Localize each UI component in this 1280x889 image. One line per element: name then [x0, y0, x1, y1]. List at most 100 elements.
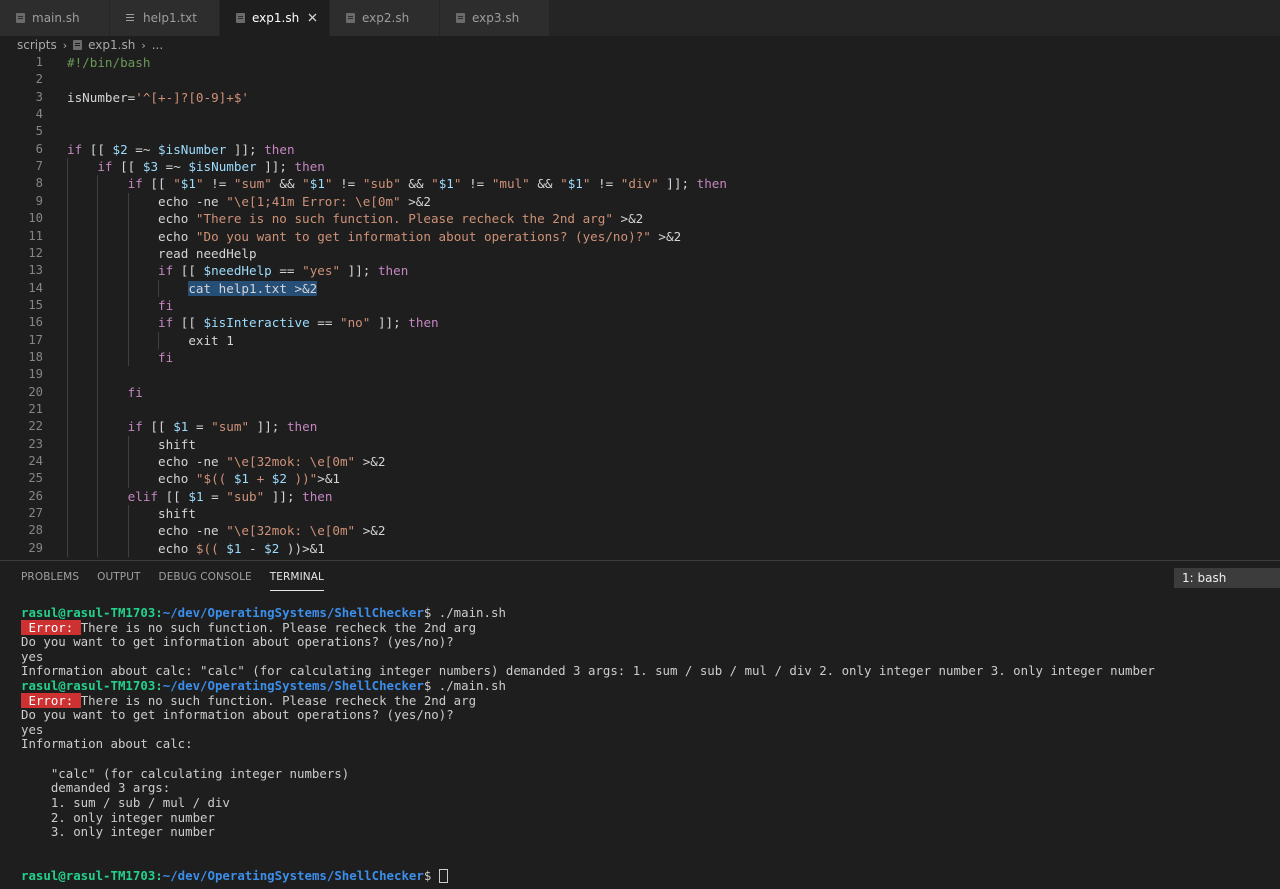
code-text: echo -ne "\e[1;41m Error: \e[0m" >&2 [67, 193, 431, 209]
breadcrumb-more[interactable]: ... [152, 38, 163, 52]
terminal-line: Error: There is no such function. Please… [21, 692, 1155, 709]
indent-guide [127, 435, 129, 488]
indent-guide [158, 331, 160, 349]
terminal-line: rasul@rasul-TM1703:~/dev/OperatingSystem… [21, 867, 1155, 884]
code-text: if [[ "$1" != "sum" && "$1" != "sub" && … [127, 176, 727, 192]
panel-tab-output[interactable]: OUTPUT [97, 561, 140, 593]
code-line[interactable]: 3 isNumber='^[+-]?[0-9]+$' [0, 89, 1280, 106]
code-line[interactable]: 23 shift [0, 436, 1280, 453]
line-number: 14 [28, 280, 43, 295]
prompt-path: ~/dev/OperatingSystems/ShellChecker [162, 867, 424, 883]
line-number: 20 [28, 384, 43, 399]
line-number: 23 [28, 436, 43, 451]
code-line[interactable]: 12 read needHelp [0, 245, 1280, 262]
line-number: 12 [28, 245, 43, 260]
code-line[interactable]: 25 echo "$(( $1 + $2 ))">&1 [0, 470, 1280, 487]
code-line[interactable]: 10 echo "There is no such function. Plea… [0, 210, 1280, 227]
terminal-line: 2. only integer number [21, 809, 215, 825]
code-line[interactable]: 4 [0, 106, 1280, 123]
error-badge: Error: [21, 692, 81, 708]
terminal-line: Error: There is no such function. Please… [21, 619, 1155, 636]
terminal-line: Do you want to get information about ope… [21, 707, 454, 723]
panel-tab-debug-console[interactable]: DEBUG CONSOLE [159, 561, 252, 593]
terminal-line: 1. sum / sub / mul / div [21, 794, 230, 810]
line-number: 4 [35, 107, 43, 122]
terminal-output[interactable]: rasul@rasul-TM1703:~/dev/OperatingSystem… [21, 605, 1155, 884]
breadcrumb-file[interactable]: exp1.sh [88, 38, 135, 52]
code-text: fi [158, 297, 174, 313]
code-text: isNumber='^[+-]?[0-9]+$' [67, 89, 249, 105]
line-number: 13 [28, 263, 43, 278]
code-line[interactable]: 21 [0, 401, 1280, 418]
line-number: 7 [35, 159, 43, 174]
line-number: 18 [28, 349, 43, 364]
code-line[interactable]: 27 shift [0, 505, 1280, 522]
line-number: 28 [28, 523, 43, 538]
line-number: 21 [28, 402, 43, 416]
code-line[interactable]: 1 #!/bin/bash [0, 54, 1280, 71]
code-line[interactable]: 7 if [[ $3 =~ $isNumber ]]; then [0, 158, 1280, 175]
panel-tab-terminal[interactable]: TERMINAL [269, 561, 325, 593]
code-line[interactable]: 6 if [[ $2 =~ $isNumber ]]; then [0, 141, 1280, 158]
code-line[interactable]: 14 cat help1.txt >&2 [0, 280, 1280, 297]
line-number: 11 [28, 228, 43, 243]
tab-label: exp3.sh [472, 11, 520, 25]
code-text: exit 1 [67, 332, 234, 348]
tab-exp2-sh[interactable]: exp2.sh [330, 0, 440, 36]
code-line[interactable]: 13 if [[ $needHelp == "yes" ]]; then [0, 262, 1280, 279]
terminal-select-dropdown[interactable]: 1: bash [1174, 568, 1280, 588]
error-badge: Error: [21, 619, 81, 635]
code-line[interactable]: 9 echo -ne "\e[1;41m Error: \e[0m" >&2 [0, 193, 1280, 210]
code-line[interactable]: 24 echo -ne "\e[32mok: \e[0m" >&2 [0, 453, 1280, 470]
line-number: 8 [35, 176, 43, 191]
code-line[interactable]: 8 if [[ "$1" != "sum" && "$1" != "sub" &… [0, 175, 1280, 192]
prompt-command: $ ./main.sh [423, 678, 506, 694]
code-text: read needHelp [67, 245, 257, 261]
indent-guide [67, 158, 68, 558]
code-editor[interactable]: 1 #!/bin/bash 2 3 isNumber='^[+-]?[0-9]+$' 4 5… [0, 54, 1280, 560]
tab-exp1-sh[interactable]: exp1.sh [220, 0, 330, 36]
code-text: shift [67, 506, 196, 522]
close-icon[interactable] [305, 10, 319, 24]
code-line[interactable]: 15 fi [0, 297, 1280, 314]
prompt-user: rasul@rasul-TM1703: [21, 867, 163, 883]
code-text: elif [[ $1 = "sub" ]]; then [127, 488, 333, 504]
shell-file-icon [456, 13, 465, 23]
prompt-user: rasul@rasul-TM1703: [21, 605, 163, 620]
shell-file-icon [16, 13, 25, 23]
tab-exp3-sh[interactable]: exp3.sh [440, 0, 550, 36]
shell-file-icon [73, 40, 83, 50]
line-number: 26 [28, 488, 43, 503]
terminal-cursor [438, 868, 448, 883]
code-text: echo "There is no such function. Please … [67, 211, 644, 227]
code-line[interactable]: 5 [0, 123, 1280, 140]
prompt-command: $ [423, 867, 439, 883]
tab-help1-txt[interactable]: help1.txt [110, 0, 220, 36]
line-number: 5 [35, 124, 43, 139]
code-line[interactable]: 28 echo -ne "\e[32mok: \e[0m" >&2 [0, 522, 1280, 539]
code-line[interactable]: 17 exit 1 [0, 332, 1280, 349]
line-number: 24 [28, 454, 43, 469]
code-line[interactable]: 11 echo "Do you want to get information … [0, 228, 1280, 245]
shell-file-icon [236, 13, 245, 23]
code-line[interactable]: 2 [0, 71, 1280, 88]
code-line[interactable]: 22 if [[ $1 = "sum" ]]; then [0, 418, 1280, 435]
tab-main-sh[interactable]: main.sh [0, 0, 110, 36]
terminal-line: Information about calc: [21, 736, 193, 752]
code-line[interactable]: 29 echo $(( $1 - $2 ))>&1 [0, 540, 1280, 557]
code-line[interactable]: 18 fi [0, 349, 1280, 366]
code-text: if [[ $needHelp == "yes" ]]; then [158, 263, 409, 279]
code-line[interactable]: 19 [0, 366, 1280, 383]
terminal-line: rasul@rasul-TM1703:~/dev/OperatingSystem… [21, 605, 1155, 621]
line-number: 3 [35, 89, 43, 104]
breadcrumb-folder[interactable]: scripts [17, 38, 57, 52]
code-line[interactable]: 16 if [[ $isInteractive == "no" ]]; then [0, 314, 1280, 331]
terminal-line: rasul@rasul-TM1703:~/dev/OperatingSystem… [21, 678, 1155, 694]
panel-tab-problems[interactable]: PROBLEMS [21, 561, 79, 593]
code-line[interactable]: 20 fi [0, 384, 1280, 401]
line-number: 2 [35, 72, 43, 87]
code-line[interactable]: 26 elif [[ $1 = "sub" ]]; then [0, 488, 1280, 505]
